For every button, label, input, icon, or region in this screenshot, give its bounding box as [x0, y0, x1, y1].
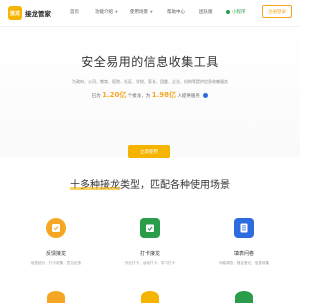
- nav-home[interactable]: 首页: [70, 9, 79, 15]
- card-title: 打卡接龙: [139, 251, 160, 257]
- card-feedback[interactable]: 反馈接龙 信息统计，打卡收集，意见反馈: [26, 218, 86, 267]
- start-using-button[interactable]: 立即使用: [128, 145, 170, 158]
- section-title: 十多种接龙类型，匹配各种使用场景: [0, 176, 300, 191]
- logo[interactable]: 接龙 接龙管家: [8, 6, 51, 20]
- form-icon: [234, 218, 254, 238]
- next-row-icon: [141, 291, 159, 303]
- logo-text: 接龙管家: [25, 10, 51, 18]
- card-checkin[interactable]: 打卡接龙 作业打卡，运动打卡，学习打卡: [120, 218, 180, 267]
- nav-help[interactable]: 帮助中心: [167, 9, 185, 15]
- mini-program-link[interactable]: 小程序: [226, 9, 246, 15]
- checkin-icon: [140, 218, 160, 238]
- next-row-icon: [47, 291, 65, 303]
- hero-subtitle: 为政府、公司、教育、医院、社区、学校、家长、团委、企业、机构等提供信息收集服务: [72, 79, 228, 84]
- nav-features-label: 功能介绍: [95, 10, 113, 15]
- chevron-down-icon: ▼: [115, 10, 118, 14]
- hero-title: 安全易用的信息收集工具: [81, 55, 219, 69]
- card-title: 填表问卷: [233, 251, 254, 257]
- wechat-icon: [226, 9, 230, 14]
- stats-mid: 个接龙，为: [127, 94, 151, 99]
- chevron-down-icon: ▼: [150, 10, 153, 14]
- stats-value-1: 1.20亿: [102, 91, 127, 99]
- nav-team[interactable]: 团队版: [199, 9, 213, 15]
- hero-section: 安全易用的信息收集工具 为政府、公司、教育、医院、社区、学校、家长、团委、企业、…: [0, 27, 300, 158]
- login-button[interactable]: 注册登录: [262, 5, 292, 18]
- card-title: 反馈接龙: [45, 251, 66, 257]
- section-title-highlight: 十多种接龙: [70, 180, 120, 191]
- nav-features[interactable]: 功能介绍 ▼: [95, 9, 118, 15]
- stats-suffix: 人提供服务: [177, 94, 200, 99]
- next-row-icon: [235, 291, 253, 303]
- logo-mark: 接龙: [8, 6, 22, 20]
- top-navigation-bar: 接龙 接龙管家 首页 功能介绍 ▼ 使用场景 ▼ 帮助中心 团队版 小程序 注册登录: [0, 0, 300, 27]
- card-desc: 问卷调查，报名登记，信息收集: [218, 261, 270, 265]
- nav-scenarios[interactable]: 使用场景 ▼: [130, 9, 153, 15]
- card-form[interactable]: 填表问卷 问卷调查，报名登记，信息收集: [214, 218, 274, 267]
- stats-value-2: 1.98亿: [151, 91, 176, 99]
- card-desc: 信息统计，打卡收集，意见反馈: [30, 261, 82, 265]
- stats-prefix: 已为: [91, 94, 101, 99]
- card-desc: 作业打卡，运动打卡，学习打卡: [124, 261, 176, 265]
- usage-stats: 已为 1.20亿 个接龙，为 1.98亿 人提供服务: [0, 90, 300, 100]
- nav-scenarios-label: 使用场景: [130, 10, 148, 15]
- info-icon[interactable]: [203, 93, 209, 98]
- section-title-rest: 类型，匹配各种使用场景: [120, 180, 230, 191]
- feedback-icon: [46, 218, 66, 238]
- feature-cards: 反馈接龙 信息统计，打卡收集，意见反馈 打卡接龙 作业打卡，运动打卡，学习打卡 …: [0, 218, 300, 300]
- mini-program-label: 小程序: [232, 10, 246, 15]
